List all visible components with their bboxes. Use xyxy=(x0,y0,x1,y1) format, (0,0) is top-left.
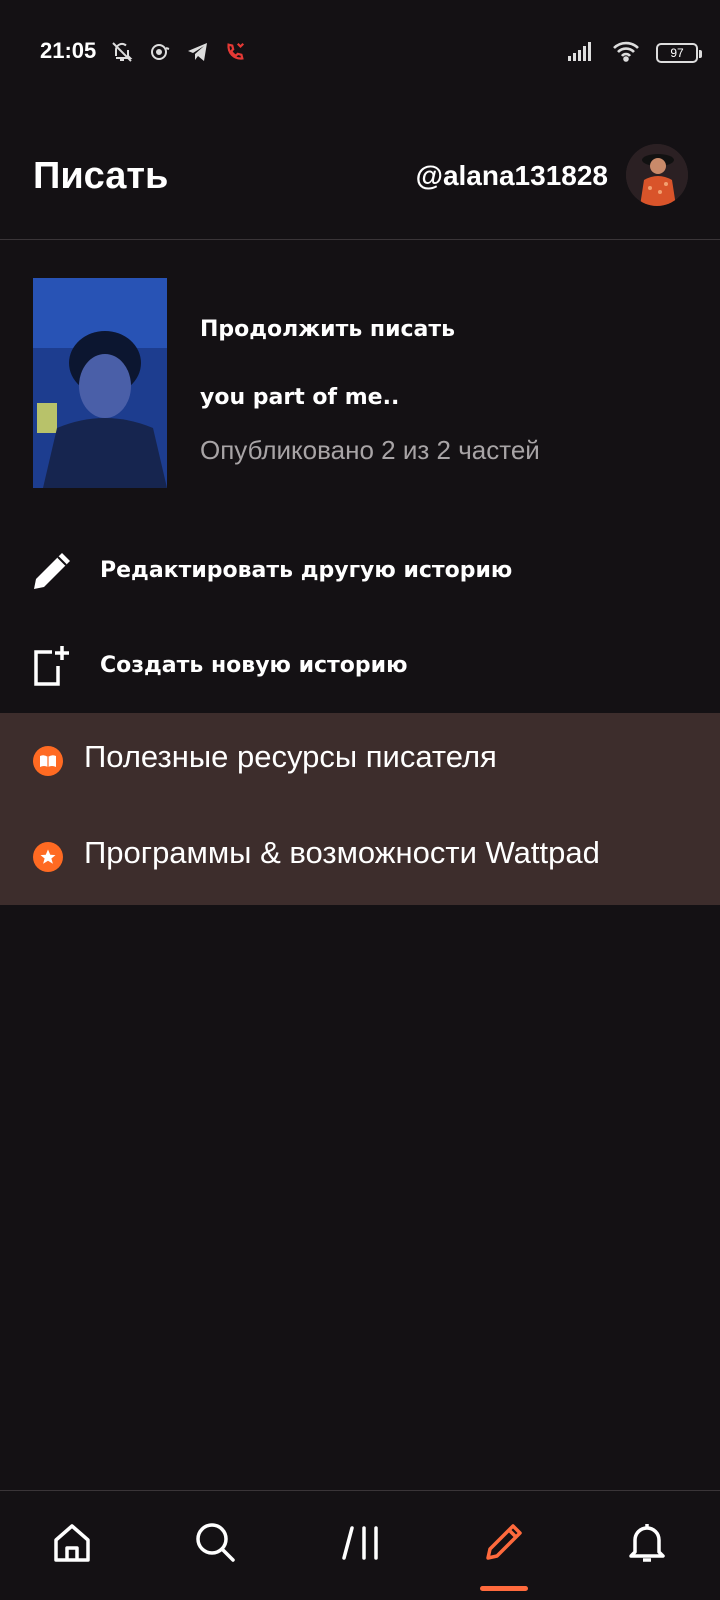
writer-resources-label: Полезные ресурсы писателя xyxy=(84,739,497,774)
nav-write[interactable] xyxy=(479,1519,529,1569)
wattpad-programs-label: Программы & возможности Wattpad xyxy=(84,835,600,870)
edit-other-story-label: Редактировать другую историю xyxy=(100,557,513,583)
wifi-icon xyxy=(612,40,640,66)
story-cover[interactable] xyxy=(33,278,167,488)
library-icon xyxy=(340,1520,384,1568)
username[interactable]: @alana131828 xyxy=(416,160,608,192)
star-icon xyxy=(33,842,63,872)
wattpad-programs-link[interactable]: Программы & возможности Wattpad xyxy=(0,809,720,905)
writer-resources-link[interactable]: Полезные ресурсы писателя xyxy=(0,713,720,809)
telegram-icon xyxy=(186,40,210,68)
search-icon xyxy=(193,1520,237,1568)
missed-call-icon xyxy=(224,41,246,67)
pencil-icon xyxy=(482,1520,526,1568)
active-tab-indicator xyxy=(480,1586,528,1591)
continue-writing-label: Продолжить писать xyxy=(200,317,456,342)
sync-icon xyxy=(148,40,172,68)
bottom-nav xyxy=(0,1490,720,1600)
signal-icon xyxy=(568,40,596,66)
pencil-icon xyxy=(30,547,76,593)
battery-icon: 97 xyxy=(656,43,702,63)
new-story-icon xyxy=(30,642,76,688)
nav-library[interactable] xyxy=(337,1519,387,1569)
home-icon xyxy=(50,1520,94,1568)
status-left-icons xyxy=(110,40,246,68)
header: Писать @alana131828 xyxy=(0,130,720,240)
bell-icon xyxy=(625,1520,669,1568)
page-title: Писать xyxy=(33,155,169,197)
nav-notifications[interactable] xyxy=(622,1519,672,1569)
create-new-story-button[interactable]: Создать новую историю xyxy=(0,620,720,710)
create-new-story-label: Создать новую историю xyxy=(100,652,408,678)
nav-search[interactable] xyxy=(190,1519,240,1569)
continue-writing-card[interactable]: Продолжить писать you part of me.. Опубл… xyxy=(0,275,720,490)
story-title: you part of me.. xyxy=(200,385,400,410)
nav-home[interactable] xyxy=(47,1519,97,1569)
story-publish-status: Опубликовано 2 из 2 частей xyxy=(200,435,540,465)
writer-resources-section: Полезные ресурсы писателя Программы & во… xyxy=(0,713,720,905)
book-icon xyxy=(33,746,63,776)
status-time: 21:05 xyxy=(40,38,97,63)
edit-other-story-button[interactable]: Редактировать другую историю xyxy=(0,525,720,615)
status-right-icons: 97 xyxy=(568,40,702,66)
avatar[interactable] xyxy=(626,144,688,206)
bell-off-icon xyxy=(110,40,134,68)
status-bar: 21:05 97 xyxy=(0,0,720,110)
